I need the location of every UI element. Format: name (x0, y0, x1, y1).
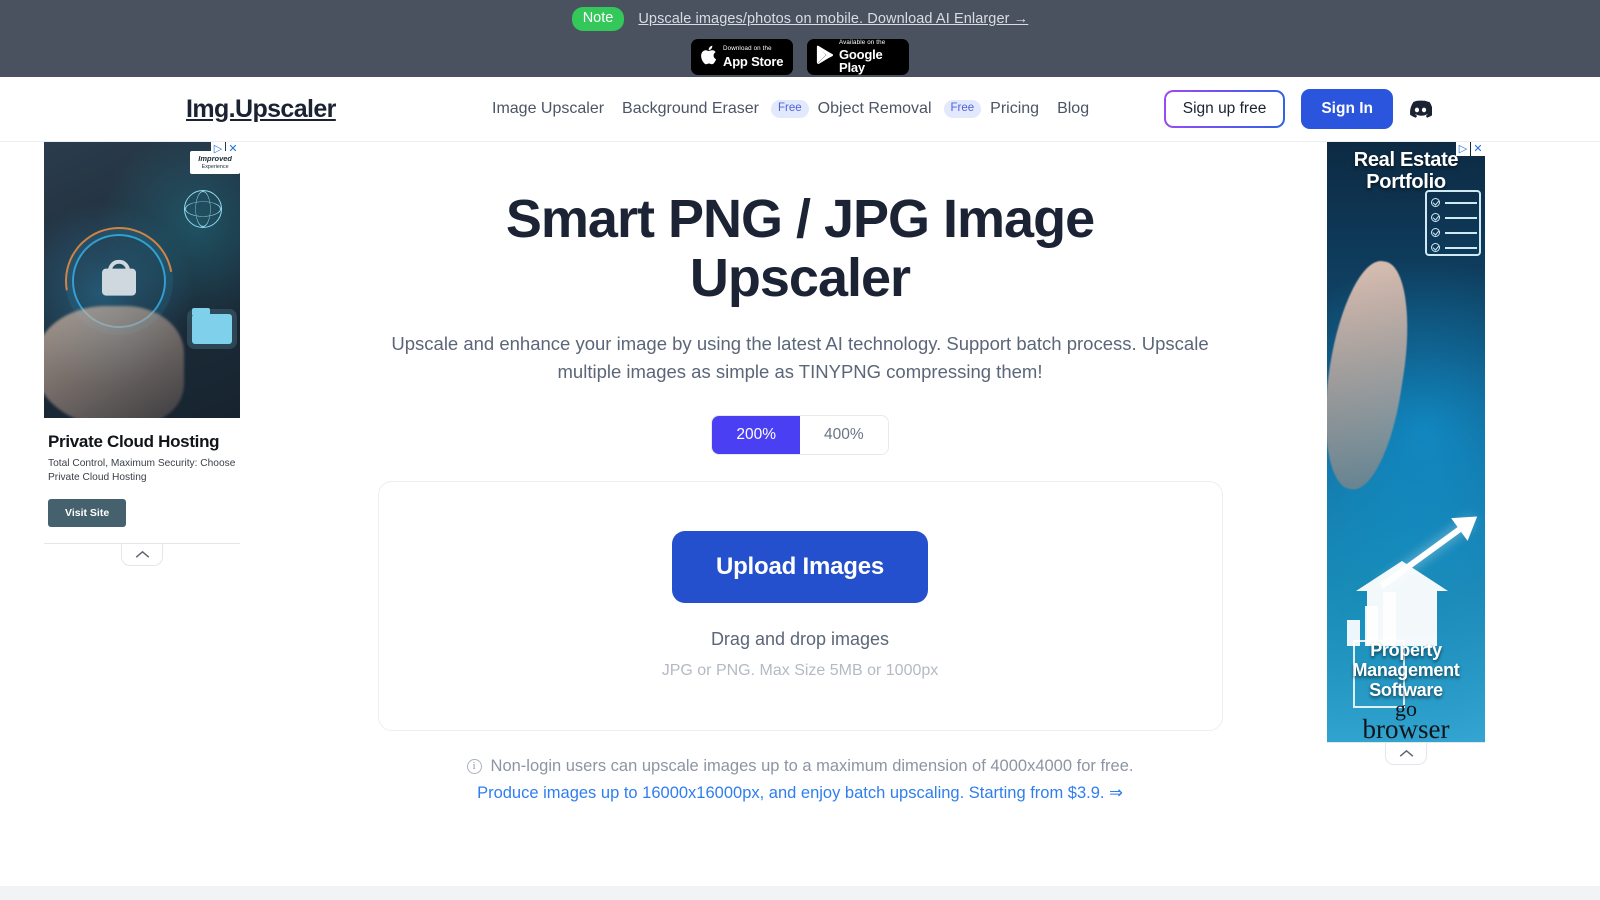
footer-strip (0, 886, 1600, 900)
house-icon (1356, 561, 1448, 646)
close-icon[interactable]: ✕ (226, 142, 240, 156)
hero-subtitle: Upscale and enhance your image by using … (391, 332, 1209, 382)
promo-topbar: Note Upscale images/photos on mobile. Do… (0, 0, 1600, 77)
ad-right-subhead-wrap: Property Management Software (1327, 639, 1485, 708)
main-content: Improved Experience ▷ ✕ Private Cloud Ho… (0, 142, 1600, 900)
ad-left-tag-line2: Experience (201, 163, 229, 170)
upload-dropzone[interactable]: Upload Images Drag and drop images JPG o… (377, 480, 1223, 731)
main-nav: Image Upscaler Background Eraser Free Ob… (483, 99, 1098, 119)
scale-option-200[interactable]: 200% (712, 415, 800, 454)
drag-drop-label: Drag and drop images (710, 629, 890, 650)
ad-left-body: Private Cloud Hosting Total Control, Max… (44, 418, 240, 527)
upload-notes: i Non-login users can upscale images up … (466, 756, 1134, 803)
ad-right-brand: go browser (1327, 697, 1485, 742)
site-header: Img.Upscaler Image Upscaler Background E… (0, 77, 1600, 142)
discord-icon[interactable] (1409, 100, 1432, 118)
nav-item-image-upscaler[interactable]: Image Upscaler (483, 100, 613, 118)
ad-left-collapse-rail (44, 542, 240, 566)
sign-in-button[interactable]: Sign In (1301, 89, 1393, 129)
free-limit-note: i Non-login users can upscale images up … (466, 756, 1134, 776)
checklist-icon (1425, 190, 1481, 256)
site-logo[interactable]: Img.Upscaler (186, 95, 336, 124)
pro-upgrade-link[interactable]: Produce images up to 16000x16000px, and … (477, 783, 1123, 803)
note-badge: Note (571, 7, 625, 31)
ad-left[interactable]: Improved Experience ▷ ✕ Private Cloud Ho… (44, 142, 240, 566)
ad-right-brand-line2: browser (1362, 713, 1450, 742)
app-store-small: Download on the (723, 45, 772, 53)
nav-link-label[interactable]: Image Upscaler (483, 100, 613, 118)
nav-badge-free: Free (943, 99, 982, 119)
google-play-label: Available on the Google Play (839, 38, 900, 76)
app-store-label: Download on the App Store (723, 45, 784, 69)
app-store-big: App Store (723, 53, 784, 69)
nav-badge-free: Free (771, 99, 809, 119)
ad-left-cta-button[interactable]: Visit Site (48, 498, 127, 527)
ad-left-adchoices[interactable]: ▷ ✕ (211, 142, 240, 156)
auth-actions: Sign up free Sign In (1163, 89, 1432, 129)
nav-link-label[interactable]: Object Removal (809, 100, 941, 118)
adchoices-icon[interactable]: ▷ (211, 142, 225, 156)
google-play-button[interactable]: Available on the Google Play (807, 39, 909, 75)
ad-right-collapse-button[interactable] (1385, 743, 1427, 765)
nav-item-pricing[interactable]: Pricing (981, 100, 1048, 118)
adchoices-icon[interactable]: ▷ (1456, 142, 1470, 156)
nav-link-label[interactable]: Pricing (981, 100, 1048, 118)
nav-item-blog[interactable]: Blog (1048, 100, 1098, 118)
scale-toggle-group: 200% 400% (711, 414, 889, 455)
upload-images-button[interactable]: Upload Images (671, 531, 929, 604)
app-store-button[interactable]: Download on the App Store (691, 39, 793, 75)
globe-icon (184, 190, 222, 228)
hand-photo-element (1327, 255, 1421, 495)
ad-left-collapse-button[interactable] (121, 543, 163, 566)
promo-message-link[interactable]: Upscale images/photos on mobile. Downloa… (638, 11, 1028, 27)
chevron-up-icon (135, 550, 149, 558)
store-buttons: Download on the App Store Available on t… (691, 39, 909, 75)
lock-body (102, 268, 136, 296)
nav-link-label[interactable]: Background Eraser (613, 100, 768, 118)
scale-option-400[interactable]: 400% (800, 415, 888, 454)
ad-right[interactable]: ▷ ✕ Real Estate Portfolio Property Manag… (1327, 142, 1485, 765)
ad-right-headline: Real Estate Portfolio (1353, 149, 1459, 193)
ad-right-adchoices[interactable]: ▷ ✕ (1456, 142, 1485, 156)
google-play-big: Google Play (839, 47, 883, 76)
chevron-up-icon (1399, 749, 1413, 757)
sign-up-free-button[interactable]: Sign up free (1163, 90, 1286, 128)
ad-right-creative[interactable]: ▷ ✕ Real Estate Portfolio Property Manag… (1327, 142, 1485, 742)
ad-left-title: Private Cloud Hosting (48, 432, 220, 451)
free-limit-text: Non-login users can upscale images up to… (490, 756, 1134, 775)
nav-item-background-eraser[interactable]: Background Eraser Free (613, 99, 809, 119)
nav-link-label[interactable]: Blog (1048, 100, 1098, 118)
close-icon[interactable]: ✕ (1471, 142, 1485, 156)
page-title: Smart PNG / JPG Image Upscaler (505, 189, 1095, 308)
upload-hint-label: JPG or PNG. Max Size 5MB or 1000px (661, 662, 939, 680)
apple-icon (700, 45, 717, 70)
folder-icon (192, 308, 232, 344)
ad-right-collapse-rail (1327, 742, 1485, 765)
hand-photo-element (44, 306, 184, 418)
promo-note-row: Note Upscale images/photos on mobile. Do… (571, 6, 1029, 32)
ad-left-creative[interactable]: Improved Experience ▷ ✕ (44, 142, 240, 418)
google-play-small: Available on the (839, 38, 886, 46)
nav-item-object-removal[interactable]: Object Removal Free (809, 99, 982, 119)
google-play-icon (816, 45, 834, 69)
ad-right-subhead: Property Management Software (1352, 639, 1460, 700)
ad-left-description: Total Control, Maximum Security: Choose … (48, 458, 236, 483)
info-icon: i (466, 758, 482, 774)
